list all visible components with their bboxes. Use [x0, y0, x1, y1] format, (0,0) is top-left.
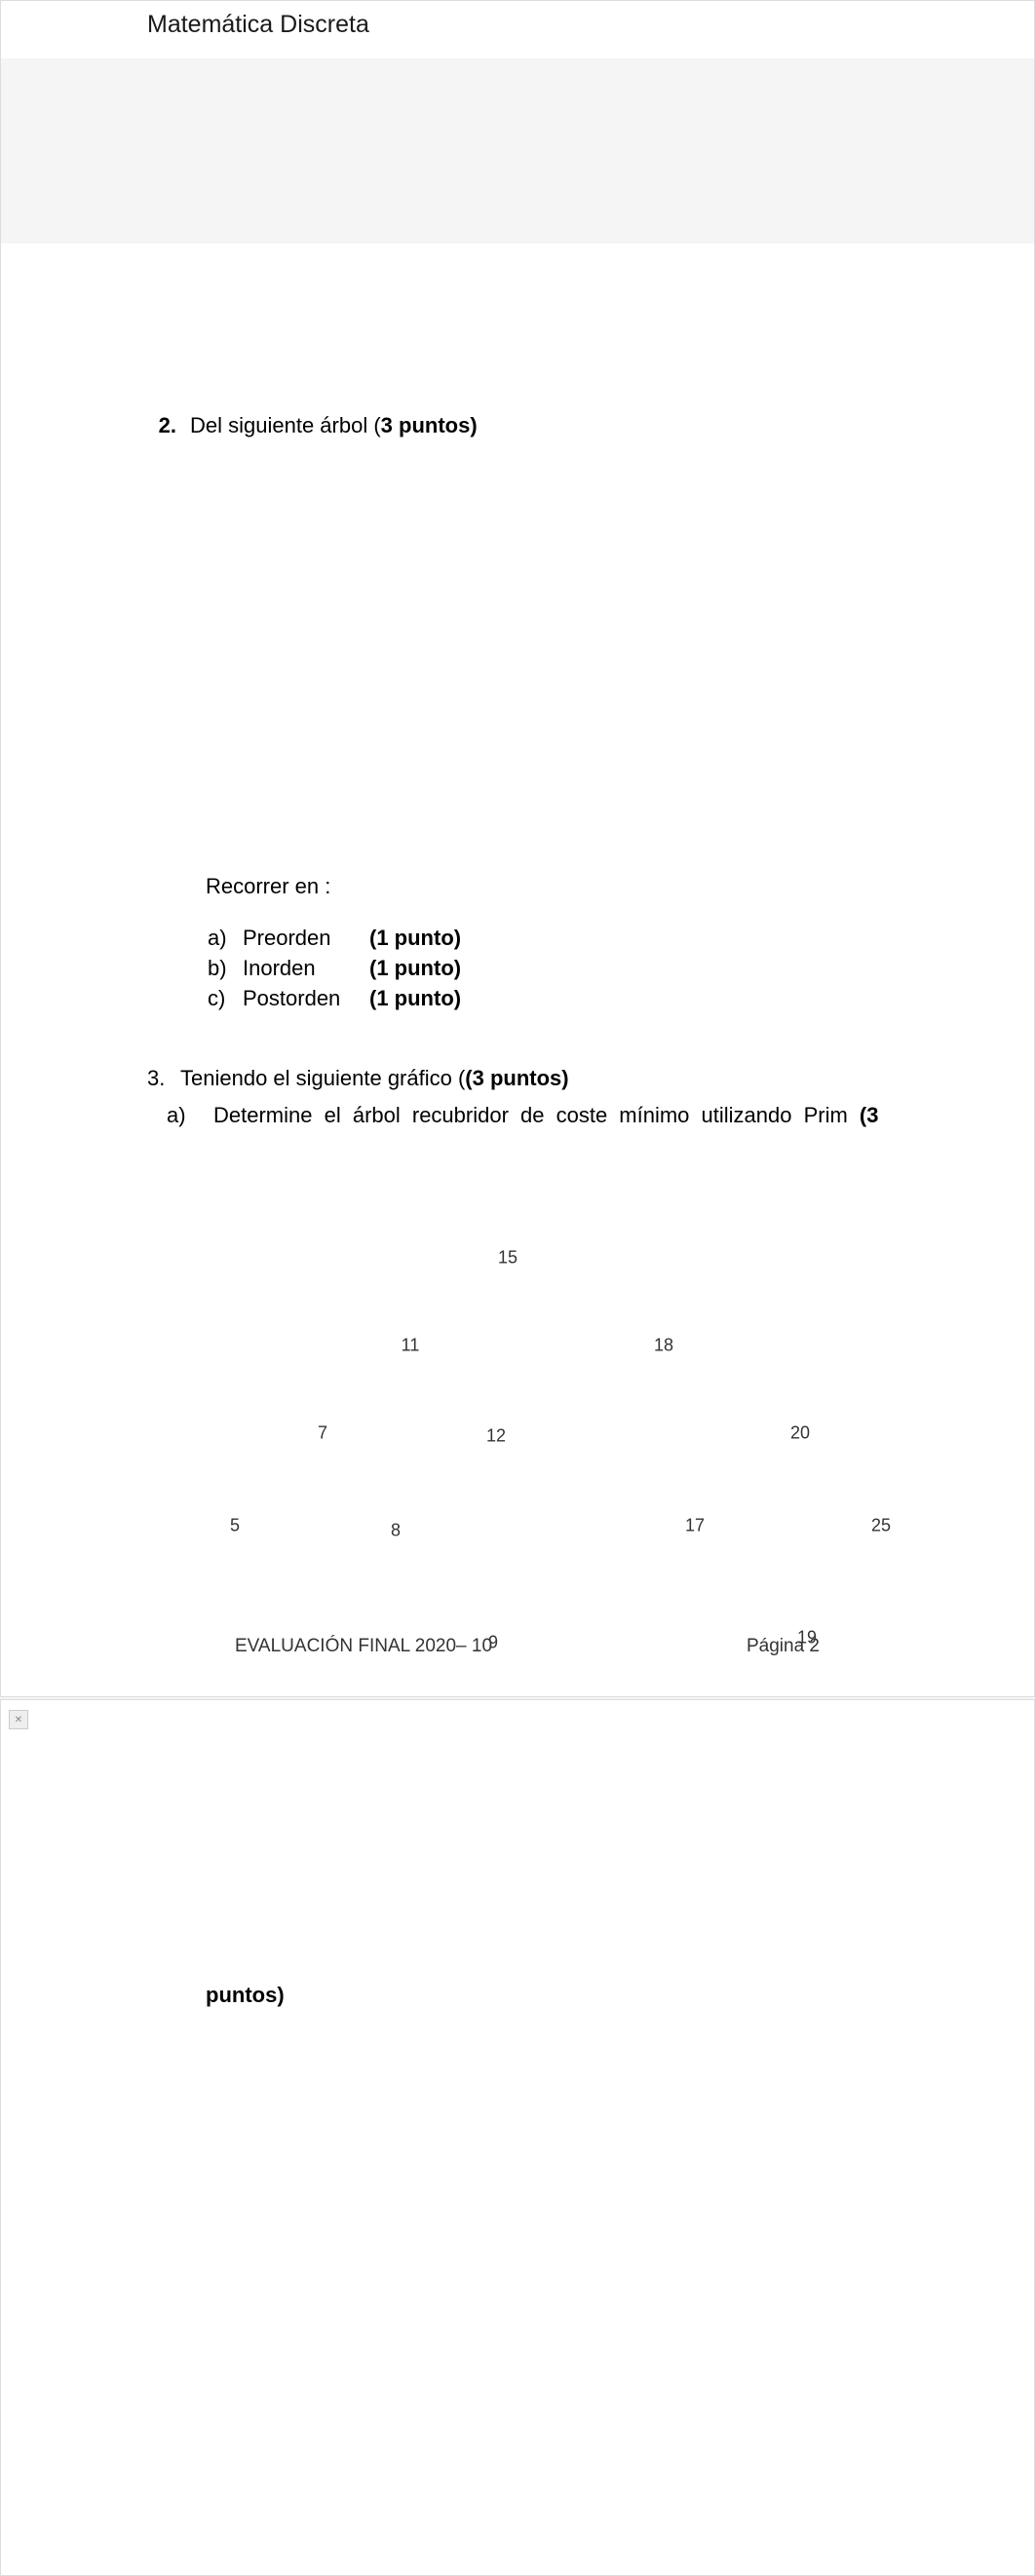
q2-number: 2.	[147, 409, 176, 441]
question-3: 3. Teniendo el siguiente gráfico ((3 pun…	[147, 1062, 888, 1131]
page-gap	[1, 58, 1034, 244]
q3-sub-a: a) Determine el árbol recubridor de cost…	[167, 1099, 888, 1131]
tree-node: 15	[498, 1248, 518, 1269]
tree-node: 17	[685, 1516, 705, 1536]
q3-prompt: 3. Teniendo el siguiente gráfico ((3 pun…	[147, 1062, 888, 1094]
footer-left: EVALUACIÓN FINAL 2020– 10	[235, 1636, 492, 1657]
q3-sub-text: Determine el árbol recubridor de coste m…	[213, 1099, 888, 1131]
q3-number: 3.	[147, 1062, 167, 1094]
tree-node: 20	[790, 1423, 810, 1444]
tree-node: 5	[230, 1516, 240, 1536]
course-title: Matemática Discreta	[147, 11, 369, 38]
page-footer: EVALUACIÓN FINAL 2020– 10 Página 2	[1, 1636, 1034, 1657]
bst-tree: 15 11 18 7 12 20 5 8 17 25 9 19	[1, 1258, 1034, 1696]
page-2: puntos)	[0, 1699, 1035, 2576]
q2-item-a: a) Preorden (1 punto)	[208, 924, 888, 954]
q2-text: Del siguiente árbol (3 puntos)	[190, 409, 478, 441]
q3-puntos-continuation: puntos)	[206, 1983, 888, 2008]
tree-node: 12	[486, 1426, 506, 1447]
broken-image-icon	[9, 1710, 28, 1729]
tree-node: 8	[391, 1521, 401, 1541]
header: Matemática Discreta	[1, 1, 1034, 58]
q2-prompt: 2. Del siguiente árbol (3 puntos)	[147, 409, 888, 441]
q3-text: Teniendo el siguiente gráfico ((3 puntos…	[180, 1062, 569, 1094]
tree-node: 11	[402, 1336, 420, 1356]
recorrer-label: Recorrer en :	[206, 870, 888, 902]
page-2-content: puntos)	[1, 1700, 1034, 2008]
tree-placeholder	[147, 441, 888, 870]
q2-sub-items: a) Preorden (1 punto) b) Inorden (1 punt…	[208, 924, 888, 1013]
q2-item-b: b) Inorden (1 punto)	[208, 954, 888, 984]
tree-node: 25	[871, 1516, 891, 1536]
q2-item-c: c) Postorden (1 punto)	[208, 984, 888, 1014]
tree-node: 7	[318, 1423, 327, 1444]
page-1: Matemática Discreta 2. Del siguiente árb…	[0, 0, 1035, 1697]
footer-right: Página 2	[747, 1636, 820, 1657]
question-2: 2. Del siguiente árbol (3 puntos) Recorr…	[147, 409, 888, 1013]
content: 2. Del siguiente árbol (3 puntos) Recorr…	[1, 409, 1034, 1131]
tree-node: 18	[654, 1336, 673, 1356]
